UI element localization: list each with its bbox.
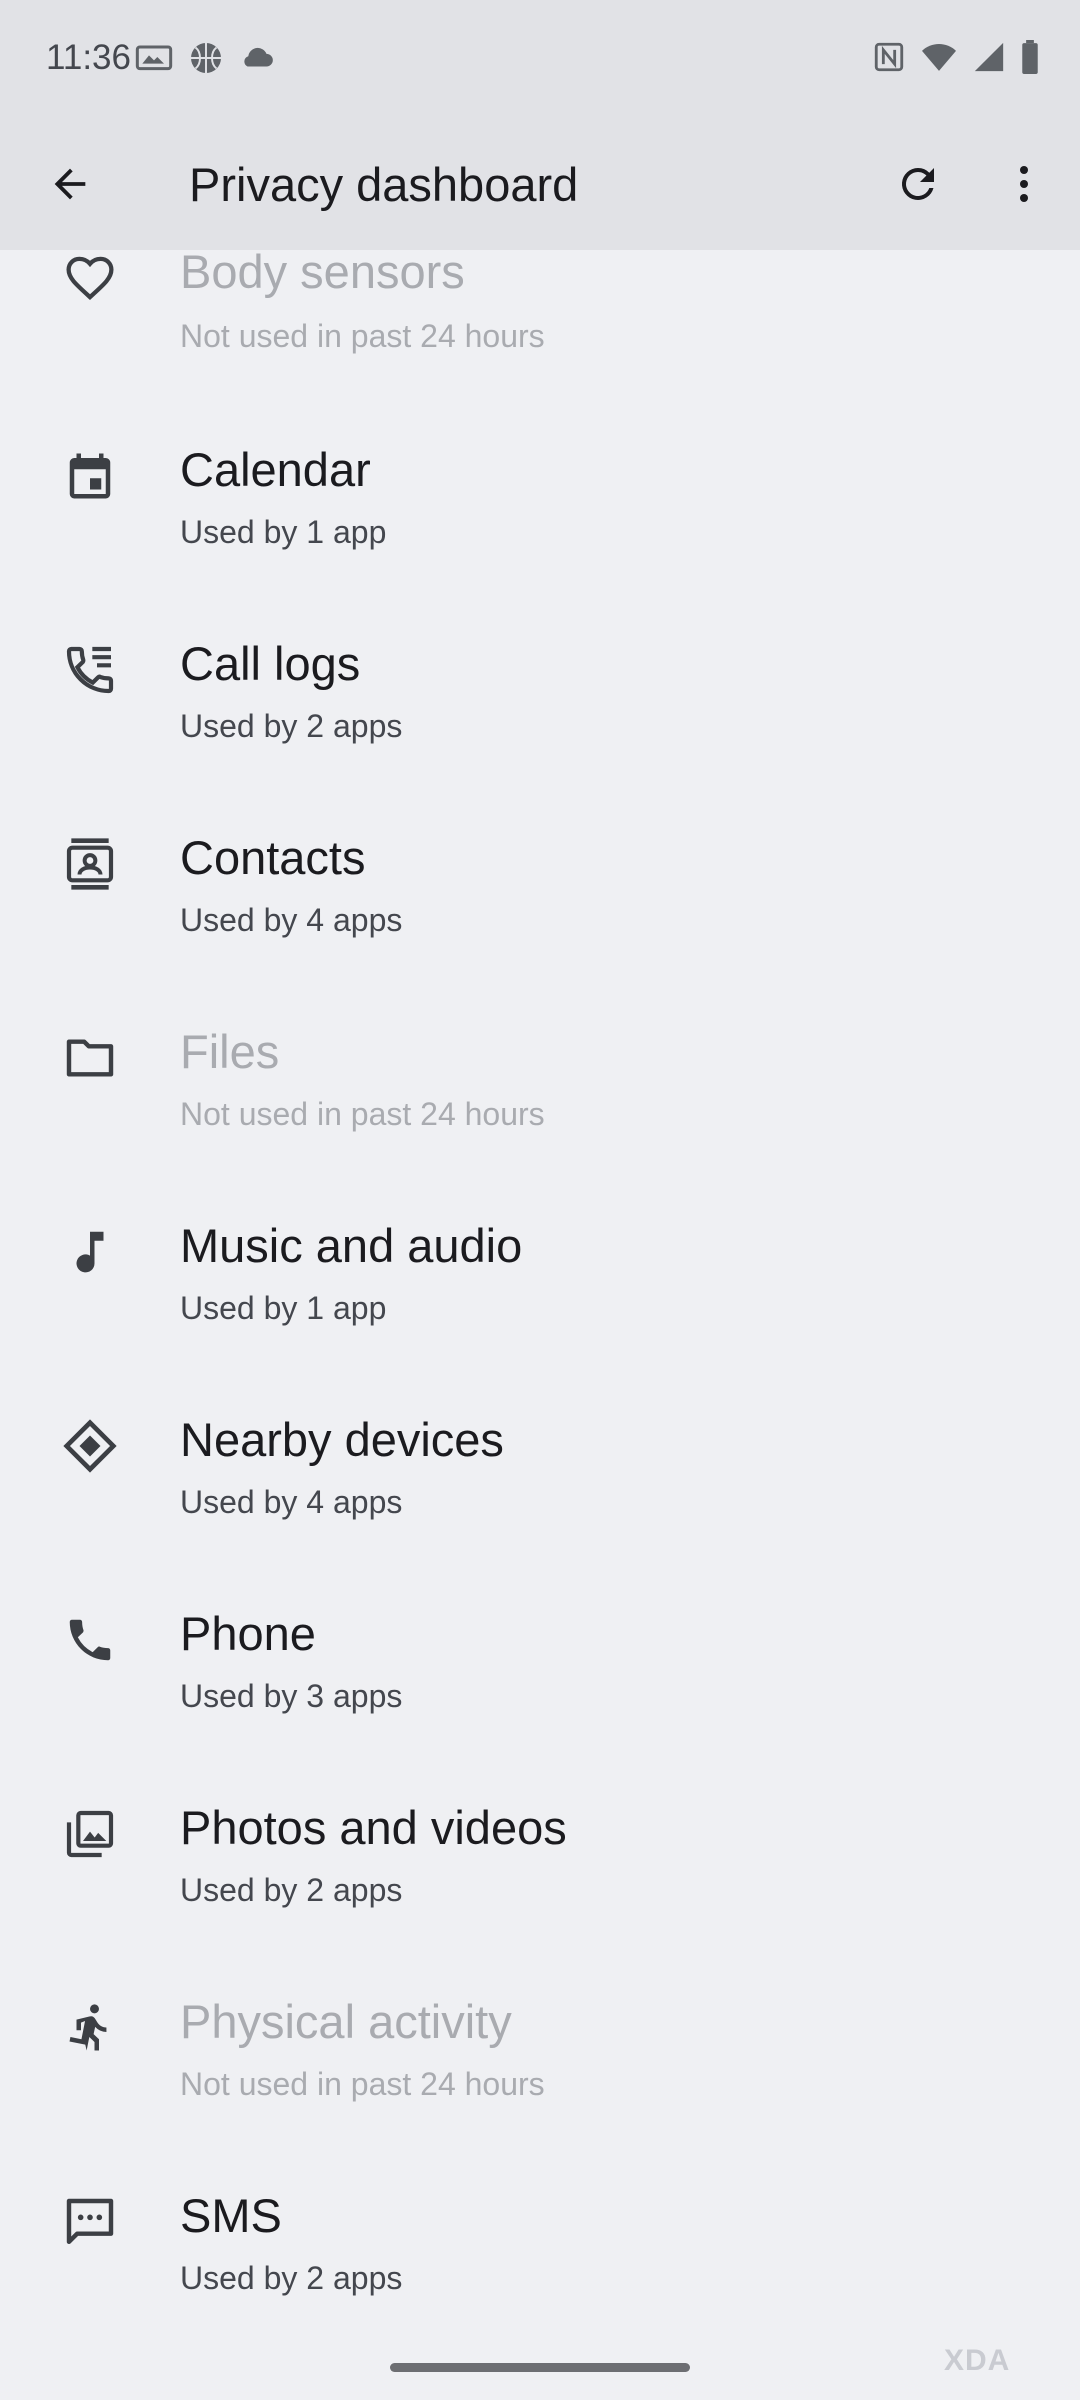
calendar-icon — [58, 444, 122, 508]
more-options-button[interactable] — [994, 156, 1054, 216]
refresh-button[interactable] — [888, 156, 948, 216]
basketball-icon — [188, 40, 224, 76]
photo-icon — [134, 40, 174, 76]
permission-title: SMS — [180, 2189, 282, 2242]
heart-icon — [58, 246, 122, 310]
permission-subtitle: Not used in past 24 hours — [180, 318, 545, 354]
page-title: Privacy dashboard — [189, 158, 579, 211]
permission-item-calendar[interactable]: Calendar Used by 1 app — [0, 443, 1080, 634]
watermark: XDA — [944, 2344, 1011, 2377]
permission-title: Photos and videos — [180, 1801, 567, 1854]
status-time: 11:36 — [46, 38, 131, 77]
permission-item-photos-and-videos[interactable]: Photos and videos Used by 2 apps — [0, 1801, 1080, 1992]
permission-subtitle: Used by 1 app — [180, 1290, 387, 1326]
status-bar: 11:36 — [0, 0, 1080, 122]
permission-item-call-logs[interactable]: Call logs Used by 2 apps — [0, 637, 1080, 828]
permission-item-music-and-audio[interactable]: Music and audio Used by 1 app — [0, 1219, 1080, 1410]
permission-subtitle: Used by 3 apps — [180, 1678, 403, 1714]
permission-subtitle: Not used in past 24 hours — [180, 1096, 545, 1132]
permission-title: Body sensors — [180, 245, 465, 298]
permission-subtitle: Used by 1 app — [180, 514, 387, 550]
permission-item-sms[interactable]: SMS Used by 2 apps — [0, 2189, 1080, 2380]
permission-subtitle: Used by 4 apps — [180, 1484, 403, 1520]
nearby-icon — [58, 1414, 122, 1478]
running-icon — [58, 1996, 122, 2060]
sms-icon — [58, 2190, 122, 2254]
permission-item-files[interactable]: Files Not used in past 24 hours — [0, 1025, 1080, 1216]
permission-subtitle: Used by 4 apps — [180, 902, 403, 938]
permission-title: Calendar — [180, 443, 371, 496]
nfc-icon — [872, 40, 906, 74]
permission-title: Files — [180, 1025, 280, 1078]
folder-icon — [58, 1026, 122, 1090]
app-bar: Privacy dashboard — [0, 122, 1080, 250]
permission-item-nearby-devices[interactable]: Nearby devices Used by 4 apps — [0, 1413, 1080, 1604]
permission-subtitle: Not used in past 24 hours — [180, 2066, 545, 2102]
wifi-icon — [920, 40, 958, 74]
battery-icon — [1020, 40, 1040, 74]
permission-item-physical-activity[interactable]: Physical activity Not used in past 24 ho… — [0, 1995, 1080, 2186]
permission-subtitle: Used by 2 apps — [180, 2260, 403, 2296]
permission-item-phone[interactable]: Phone Used by 3 apps — [0, 1607, 1080, 1798]
refresh-icon — [894, 160, 942, 213]
signal-icon — [972, 40, 1006, 74]
permission-subtitle: Used by 2 apps — [180, 1872, 403, 1908]
permission-title: Contacts — [180, 831, 366, 884]
permission-title: Call logs — [180, 637, 361, 690]
back-button[interactable] — [40, 156, 100, 216]
call-log-icon — [58, 638, 122, 702]
permission-title: Phone — [180, 1607, 316, 1660]
permission-title: Physical activity — [180, 1995, 512, 2048]
permission-subtitle: Used by 2 apps — [180, 708, 403, 744]
contacts-icon — [58, 832, 122, 896]
arrow-back-icon — [47, 161, 93, 212]
permission-item-contacts[interactable]: Contacts Used by 4 apps — [0, 831, 1080, 1022]
music-note-icon — [58, 1220, 122, 1284]
permission-title: Music and audio — [180, 1219, 523, 1272]
more-vert-icon — [1000, 160, 1048, 213]
phone-icon — [58, 1608, 122, 1672]
permission-item-body-sensors[interactable]: Body sensors Not used in past 24 hours — [0, 245, 1080, 440]
photo-library-icon — [58, 1802, 122, 1866]
cloud-icon — [238, 40, 276, 76]
gesture-navigation-bar[interactable] — [390, 2363, 690, 2372]
permission-title: Nearby devices — [180, 1413, 504, 1466]
